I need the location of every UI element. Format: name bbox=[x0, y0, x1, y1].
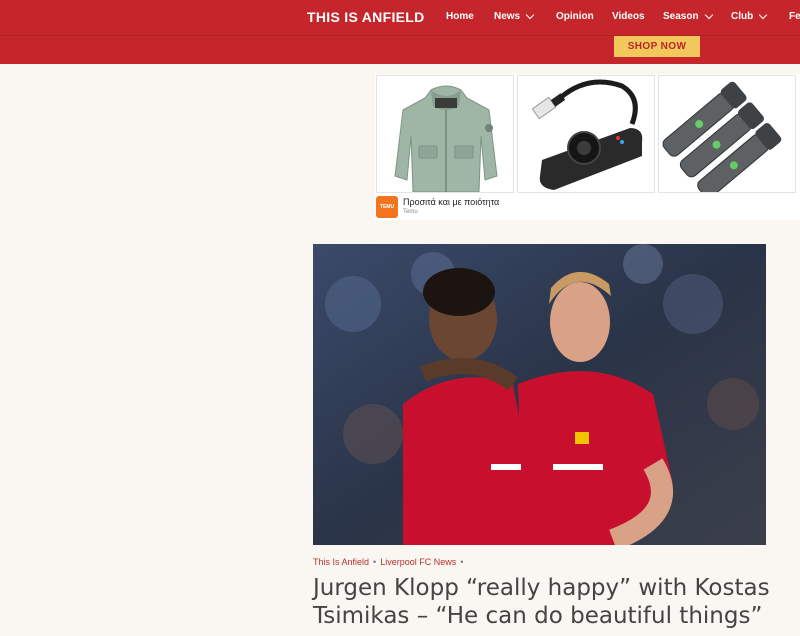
nav-home[interactable]: Home bbox=[446, 11, 474, 22]
ad-tile-jacket[interactable] bbox=[376, 75, 514, 193]
chevron-down-icon bbox=[758, 10, 768, 20]
site-logo[interactable]: THIS IS ANFIELD bbox=[307, 9, 425, 25]
shop-bar: SHOP NOW bbox=[0, 35, 800, 64]
flashlights-image bbox=[662, 81, 782, 192]
players-celebrating-image bbox=[313, 244, 766, 545]
nav-opinion-label: Opinion bbox=[556, 11, 594, 22]
article-headline[interactable]: Jurgen Klopp “really happy” with Kostas … bbox=[313, 574, 773, 630]
ad-text[interactable]: Προσιτά και με ποιότητα bbox=[403, 197, 499, 207]
ad-footer[interactable]: TEMU Προσιτά και με ποιότητα Temu bbox=[375, 196, 800, 220]
nav-season-label: Season bbox=[663, 11, 699, 22]
meta-separator-dot: • bbox=[460, 557, 464, 567]
site-header: THIS IS ANFIELD Home News Opinion Videos… bbox=[0, 0, 800, 35]
nav-season[interactable]: Season bbox=[663, 10, 713, 22]
nav-features-label: Fea bbox=[789, 11, 800, 22]
nav-videos-label: Videos bbox=[612, 11, 645, 22]
temu-logo-text: TEMU bbox=[379, 204, 395, 210]
jacket-image bbox=[394, 85, 498, 192]
nav-club-label: Club bbox=[731, 11, 754, 22]
chevron-down-icon bbox=[704, 10, 713, 20]
ad-tile-usb-sound-card[interactable] bbox=[517, 75, 655, 193]
chevron-down-icon bbox=[525, 10, 535, 20]
article-meta: This Is Anfield • Liverpool FC News • bbox=[313, 557, 467, 567]
temu-logo: TEMU bbox=[376, 196, 398, 218]
nav-home-label: Home bbox=[446, 11, 474, 22]
article-hero-image[interactable] bbox=[313, 244, 766, 545]
advertisement[interactable]: TEMU Προσιτά και με ποιότητα Temu bbox=[375, 74, 800, 220]
meta-separator-dot: • bbox=[373, 557, 377, 567]
ad-advertiser: Temu bbox=[403, 209, 418, 215]
ad-tile-flashlights[interactable] bbox=[658, 75, 796, 193]
usb-sound-card-image bbox=[531, 79, 643, 190]
shop-now-button[interactable]: SHOP NOW bbox=[614, 36, 700, 57]
nav-news[interactable]: News bbox=[494, 10, 535, 22]
category-link[interactable]: Liverpool FC News bbox=[380, 557, 456, 567]
nav-news-label: News bbox=[494, 11, 521, 22]
nav-videos[interactable]: Videos bbox=[612, 11, 645, 22]
nav-club[interactable]: Club bbox=[731, 10, 768, 22]
source-link[interactable]: This Is Anfield bbox=[313, 557, 369, 567]
nav-features[interactable]: Fea bbox=[789, 11, 800, 22]
nav-opinion[interactable]: Opinion bbox=[556, 11, 594, 22]
